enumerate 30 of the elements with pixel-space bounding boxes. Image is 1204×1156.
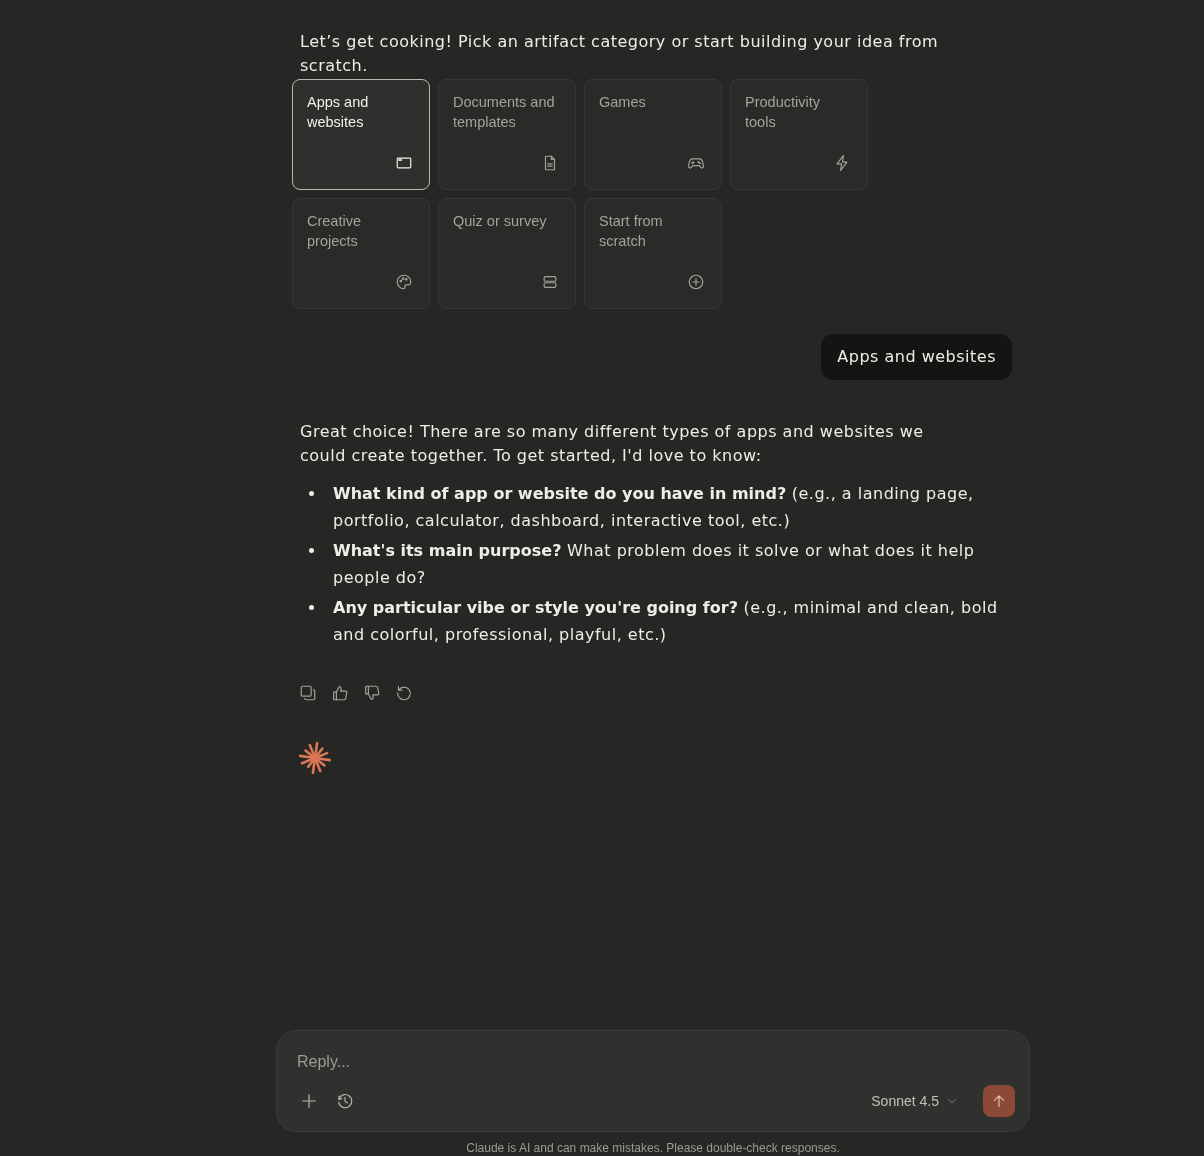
stacked-rectangles-icon: [541, 273, 559, 291]
clock-icon: [336, 1092, 354, 1110]
thumbs-down-icon: [363, 684, 381, 702]
bullet-icon: [309, 491, 314, 496]
bullet-icon: [309, 548, 314, 553]
assistant-message: Great choice! There are so many different types of apps and websites we could create together. To get started, I'd love to know:: [299, 421, 925, 467]
category-card[interactable]: Start from scratch: [584, 198, 722, 309]
category-card[interactable]: Games: [584, 79, 722, 190]
category-card[interactable]: Documents and templates: [438, 79, 576, 190]
list-item-text: What's its main purpose? What problem does it solve or what does it help people do?: [333, 540, 976, 589]
bullet-icon: [309, 605, 314, 610]
thumbs-up-icon: [331, 684, 349, 702]
user-message-bubble: Apps and websites: [821, 334, 1012, 380]
disclaimer-text: Claude is AI and can make mistakes. Please double-check responses.: [465, 1140, 841, 1156]
palette-icon: [395, 273, 413, 291]
browser-window-icon: [395, 154, 413, 172]
plus-icon: [300, 1092, 318, 1110]
copy-icon: [299, 684, 317, 702]
starburst-icon: [298, 741, 332, 775]
list-item-text: Any particular vibe or style you're going for? (e.g., minimal and clean, bold and colorful, professional, playful, etc.): [333, 597, 999, 646]
retry-icon: [395, 684, 413, 702]
assistant-message: Let’s get cooking! Pick an artifact category or start building your idea from scratch.: [299, 31, 940, 77]
category-card[interactable]: Creative projects: [292, 198, 430, 309]
category-card[interactable]: Productivity tools: [730, 79, 868, 190]
list-item-text: What kind of app or website do you have in mind? (e.g., a landing page, portfolio, calculator, dashboard, interactive tool, etc.): [333, 483, 975, 532]
reply-input[interactable]: Reply...: [293, 1050, 1015, 1074]
category-card[interactable]: Apps and websites: [292, 79, 430, 190]
model-selector[interactable]: Sonnet 4.5: [863, 1087, 967, 1115]
plus-circle-icon: [687, 273, 705, 291]
category-card[interactable]: Quiz or survey: [438, 198, 576, 309]
